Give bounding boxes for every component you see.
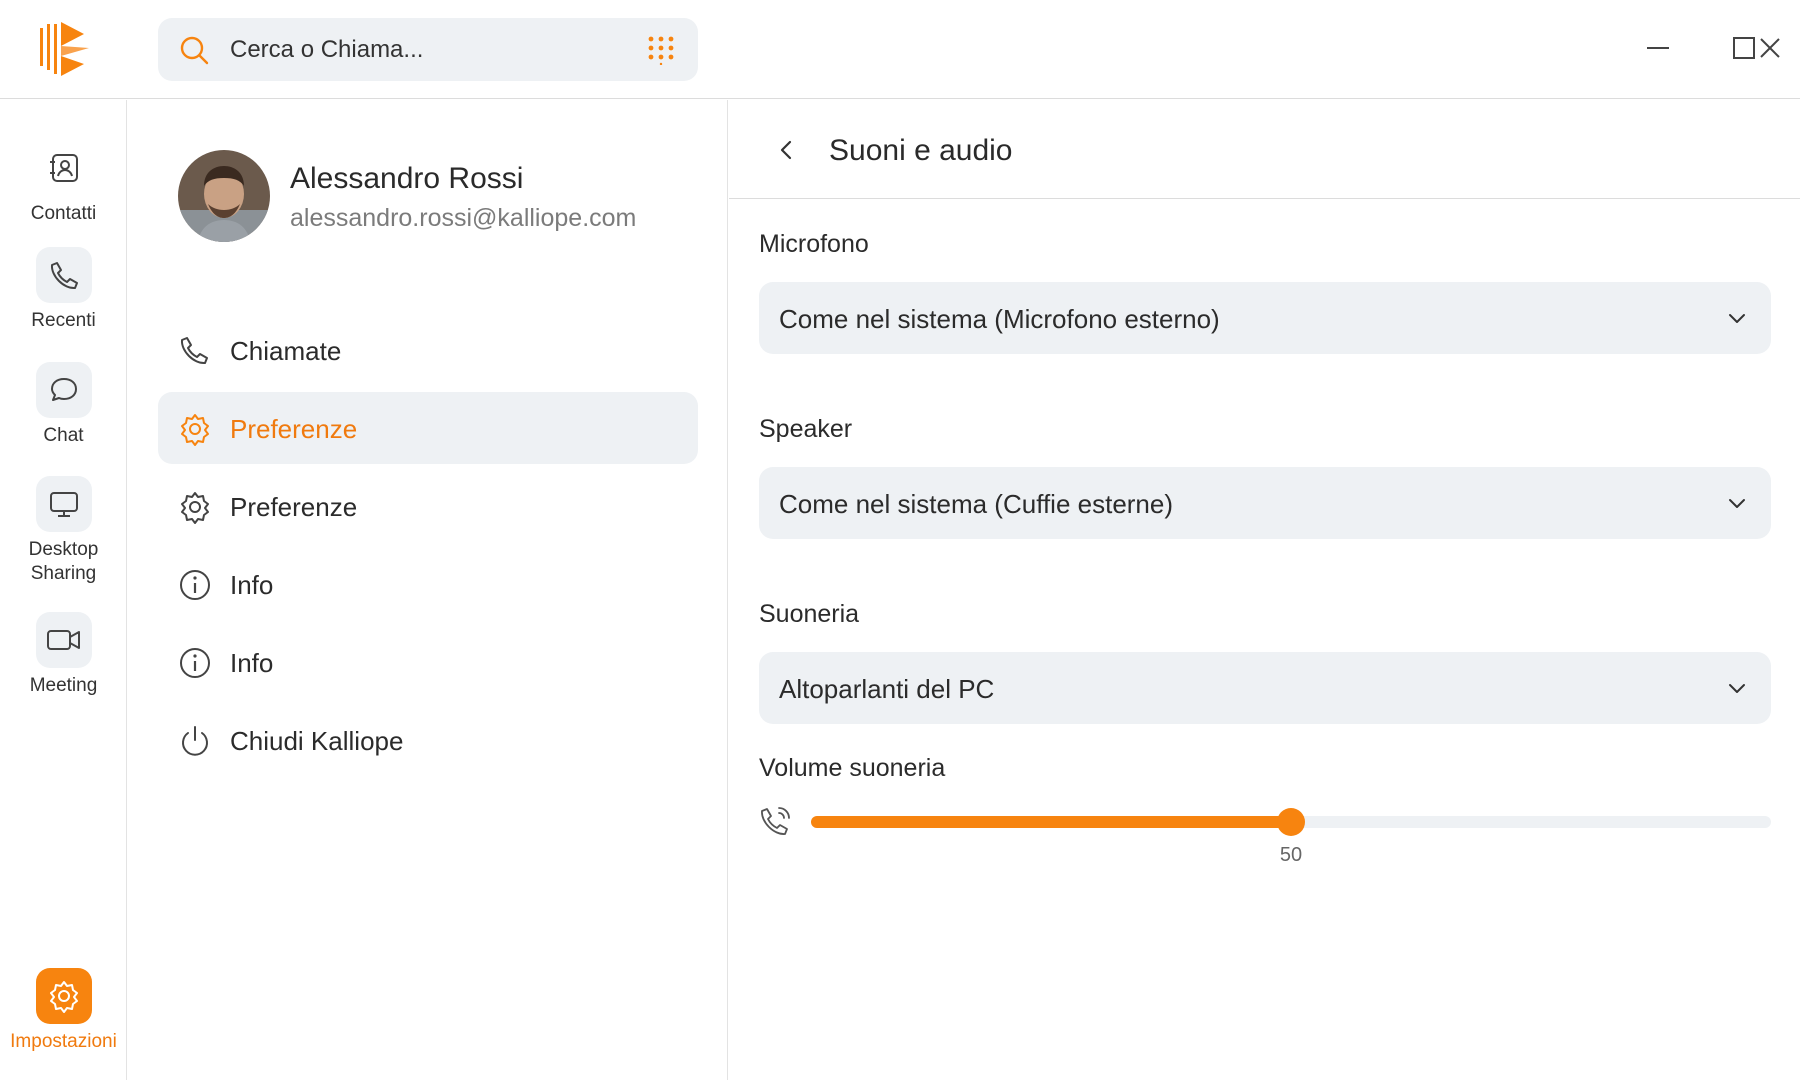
- video-icon: [35, 612, 92, 668]
- info-icon: [180, 648, 210, 678]
- slider-track[interactable]: [811, 808, 1771, 836]
- close-icon: [1760, 38, 1780, 58]
- chevron-down-icon: [1729, 499, 1745, 508]
- ringtone-volume-slider[interactable]: 50: [759, 800, 1771, 880]
- ringtone-value: Altoparlanti del PC: [779, 674, 995, 704]
- rail-label-desktop-sharing: Desktop Sharing: [28, 539, 99, 584]
- user-name: Alessandro Rossi: [290, 162, 524, 195]
- menu-item-label: Preferenze: [230, 492, 358, 522]
- settings-menu: Alessandro Rossi alessandro.rossi@kallio…: [128, 100, 728, 1080]
- speaker-select[interactable]: Come nel sistema (Cuffie esterne): [759, 467, 1771, 539]
- menu-item-calls[interactable]: Chiamate: [158, 314, 698, 386]
- gear-icon: [35, 968, 92, 1024]
- microphone-label: Microfono: [759, 230, 869, 258]
- chevron-down-icon: [1729, 314, 1745, 323]
- volume-label: Volume suoneria: [759, 754, 946, 782]
- speaker-value: Come nel sistema (Cuffie esterne): [779, 489, 1174, 519]
- panel-header: Suoni e audio: [729, 100, 1800, 199]
- close-button[interactable]: [1748, 26, 1792, 70]
- monitor-icon: [35, 476, 92, 532]
- rail-item-chat[interactable]: Chat: [0, 362, 127, 448]
- speaker-label: Speaker: [759, 415, 853, 443]
- menu-item-label: Info: [230, 570, 274, 600]
- menu-item-info-2[interactable]: Info: [158, 626, 698, 698]
- search-input[interactable]: Cerca o Chiama...: [230, 36, 423, 64]
- user-email: alessandro.rossi@kalliope.com: [290, 204, 637, 232]
- search-bar[interactable]: Cerca o Chiama...: [158, 18, 698, 81]
- rail-label-chat: Chat: [43, 425, 84, 446]
- chat-icon: [35, 362, 92, 418]
- ringing-phone-icon: [761, 807, 790, 835]
- back-arrow-icon[interactable]: [769, 132, 805, 168]
- rail-item-desktop-sharing[interactable]: Desktop Sharing: [0, 476, 127, 586]
- menu-item-preferences-2[interactable]: Preferenze: [158, 470, 698, 542]
- power-icon: [182, 726, 208, 756]
- rail-item-settings[interactable]: Impostazioni: [0, 968, 127, 1054]
- page-title: Suoni e audio: [829, 134, 1013, 167]
- avatar: [178, 150, 270, 242]
- contacts-icon: [36, 140, 92, 196]
- navigation-rail: Contatti Recenti Chat Desktop Sharing Me…: [0, 100, 127, 1080]
- title-bar: Cerca o Chiama...: [0, 0, 1800, 99]
- phone-icon: [35, 247, 92, 303]
- minimize-button[interactable]: [1636, 26, 1680, 70]
- menu-item-preferences[interactable]: Preferenze: [158, 392, 698, 464]
- ringtone-label: Suoneria: [759, 600, 860, 628]
- ringtone-select[interactable]: Altoparlanti del PC: [759, 652, 1771, 724]
- dialpad-icon[interactable]: [646, 35, 676, 65]
- minimize-icon: [1647, 47, 1669, 49]
- rail-item-meeting[interactable]: Meeting: [0, 612, 127, 698]
- rail-item-recents[interactable]: Recenti: [0, 247, 127, 333]
- volume-value: 50: [1279, 844, 1303, 866]
- rail-label-meeting: Meeting: [29, 675, 98, 696]
- menu-item-label: Chiamate: [230, 336, 342, 366]
- info-icon: [180, 570, 210, 600]
- rail-label-recents: Recenti: [31, 310, 96, 331]
- menu-item-label: Preferenze: [230, 414, 358, 444]
- settings-panel: Suoni e audio Microfono Come nel sistema…: [729, 100, 1800, 1080]
- microphone-select[interactable]: Come nel sistema (Microfono esterno): [759, 282, 1771, 354]
- kalliope-logo: [40, 22, 89, 76]
- menu-item-info[interactable]: Info: [158, 548, 698, 620]
- search-icon: [180, 36, 209, 65]
- gear-icon: [181, 492, 209, 524]
- gear-icon: [181, 414, 209, 446]
- menu-item-label: Chiudi Kalliope: [230, 726, 404, 756]
- chevron-down-icon: [1729, 684, 1745, 693]
- phone-icon: [180, 337, 208, 365]
- rail-label-contacts: Contatti: [30, 203, 97, 224]
- slider-thumb[interactable]: [1277, 808, 1305, 836]
- slider-fill: [811, 816, 1291, 828]
- rail-label-settings: Impostazioni: [10, 1031, 117, 1052]
- menu-item-label: Info: [230, 648, 274, 678]
- rail-item-contacts[interactable]: Contatti: [0, 140, 127, 226]
- microphone-value: Come nel sistema (Microfono esterno): [779, 304, 1220, 334]
- menu-item-quit[interactable]: Chiudi Kalliope: [158, 704, 698, 776]
